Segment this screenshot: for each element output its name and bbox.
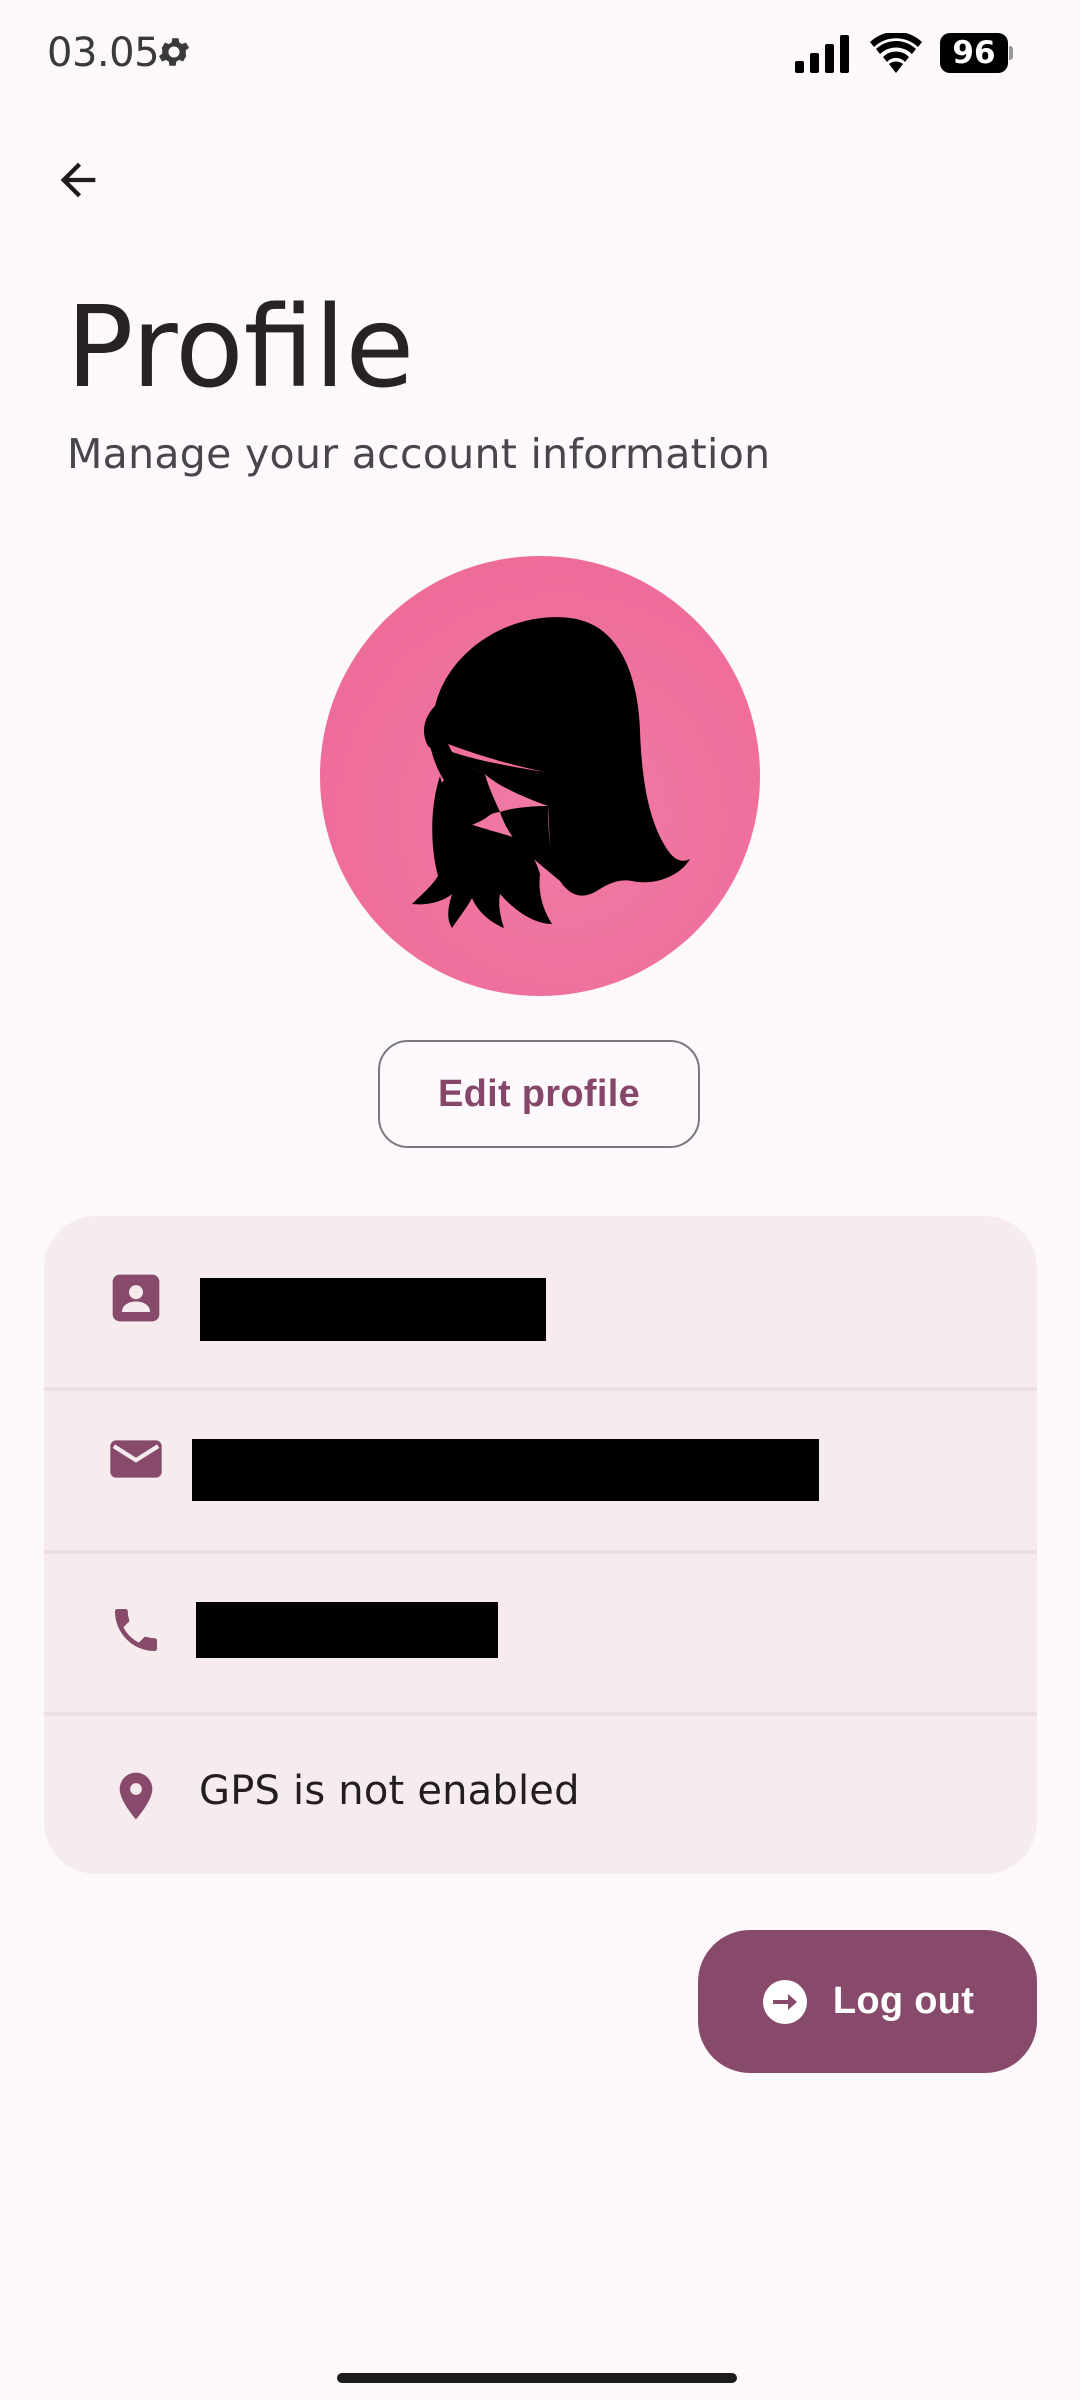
account-info-card: GPS is not enabled xyxy=(44,1216,1037,1874)
gear-icon xyxy=(158,38,190,66)
back-button[interactable] xyxy=(38,140,118,220)
home-indicator[interactable] xyxy=(337,2373,737,2383)
logout-arrow-icon xyxy=(762,1979,807,2024)
status-time: 03.05 xyxy=(47,30,160,76)
battery-tip xyxy=(1009,46,1013,60)
wifi-icon xyxy=(870,33,922,73)
status-bar: 03.05 96 xyxy=(0,0,1080,110)
page-subtitle: Manage your account information xyxy=(67,430,771,478)
gps-status-text: GPS is not enabled xyxy=(199,1768,580,1814)
arrow-left-icon xyxy=(60,162,96,198)
name-row[interactable] xyxy=(44,1216,1037,1376)
email-row[interactable] xyxy=(44,1391,1037,1551)
edit-profile-button[interactable]: Edit profile xyxy=(378,1040,700,1148)
name-value-redacted xyxy=(200,1278,546,1341)
phone-row[interactable] xyxy=(44,1554,1037,1714)
page-title: Profile xyxy=(66,283,415,413)
location-row[interactable]: GPS is not enabled xyxy=(44,1716,1037,1874)
location-pin-icon xyxy=(119,1772,153,1820)
log-out-button[interactable]: Log out xyxy=(698,1930,1037,2073)
contact-card-icon xyxy=(112,1274,160,1322)
signal-icon xyxy=(795,35,849,73)
battery-level: 96 xyxy=(940,33,1008,73)
email-value-redacted xyxy=(192,1439,819,1501)
battery-indicator: 96 xyxy=(940,33,1014,73)
log-out-label: Log out xyxy=(832,1980,975,2022)
mail-icon xyxy=(110,1440,162,1478)
woman-silhouette-icon xyxy=(412,617,690,928)
avatar xyxy=(320,556,760,996)
phone-value-redacted xyxy=(196,1602,498,1658)
phone-icon xyxy=(115,1609,157,1651)
